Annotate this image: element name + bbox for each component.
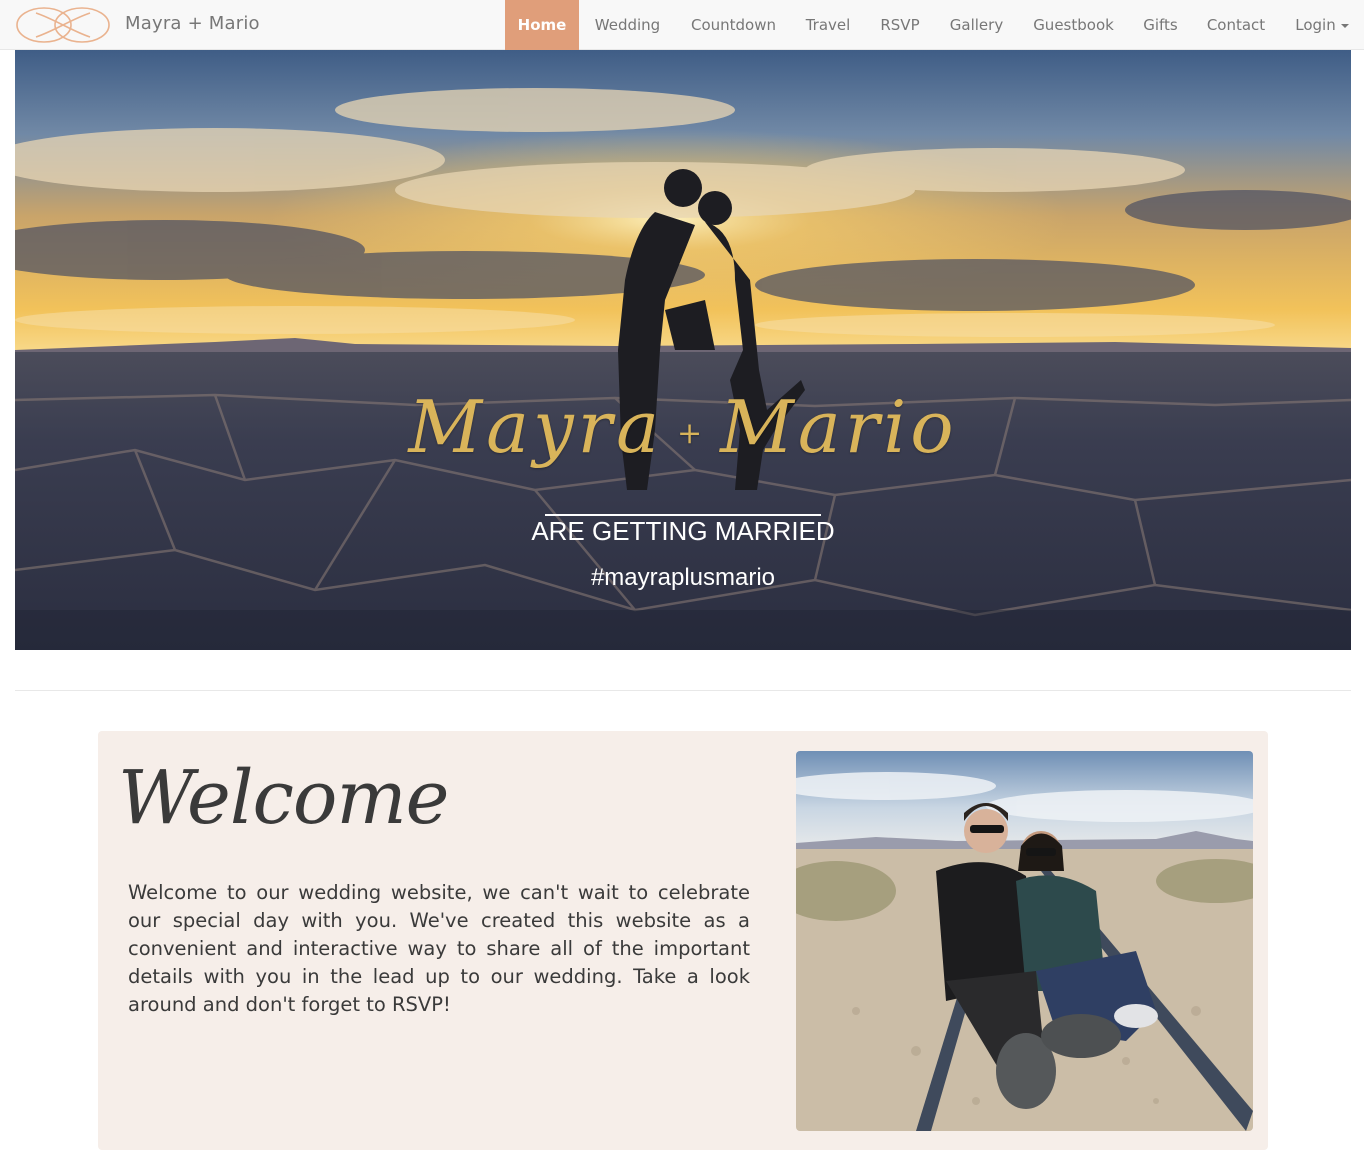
welcome-paragraph: Welcome to our wedding website, we can't… xyxy=(128,881,750,1016)
nav-contact[interactable]: Contact xyxy=(1192,0,1280,50)
welcome-heading: Welcome xyxy=(118,755,449,841)
top-navbar: Mayra + Mario Home Wedding Countdown Tra… xyxy=(0,0,1364,50)
hero-couple-names: Mayra + Mario xyxy=(15,385,1351,469)
nav-wedding[interactable]: Wedding xyxy=(579,0,676,50)
section-divider xyxy=(15,690,1351,691)
couple-on-railway-photo xyxy=(796,751,1253,1131)
nav-home[interactable]: Home xyxy=(505,0,579,50)
hero-name-right: Mario xyxy=(720,385,958,469)
welcome-panel: Welcome Welcome to our wedding website, … xyxy=(98,731,1268,1150)
hero-plus: + xyxy=(677,415,707,451)
couple-photo xyxy=(796,751,1253,1131)
nav-countdown[interactable]: Countdown xyxy=(676,0,791,50)
brand-name[interactable]: Mayra + Mario xyxy=(125,13,260,34)
nav-gifts[interactable]: Gifts xyxy=(1129,0,1192,50)
salt-flat-sunset-photo xyxy=(15,50,1351,650)
hero-subtitle: ARE GETTING MARRIED xyxy=(531,516,835,546)
caret-down-icon xyxy=(1340,23,1349,28)
nav-rsvp[interactable]: RSVP xyxy=(865,0,935,50)
nav-login-label: Login xyxy=(1295,16,1336,34)
nav-login-dropdown[interactable]: Login xyxy=(1280,0,1364,50)
nav-travel[interactable]: Travel xyxy=(791,0,865,50)
nav-gallery[interactable]: Gallery xyxy=(935,0,1018,50)
hero-hashtag: #mayraplusmario xyxy=(590,564,776,591)
hero-banner: Mayra + Mario ARE GETTING MARRIED #mayrapl… xyxy=(15,50,1351,650)
infinity-rings-logo-icon[interactable] xyxy=(14,5,112,45)
nav-guestbook[interactable]: Guestbook xyxy=(1018,0,1129,50)
hero-name-left: Mayra xyxy=(408,385,664,469)
